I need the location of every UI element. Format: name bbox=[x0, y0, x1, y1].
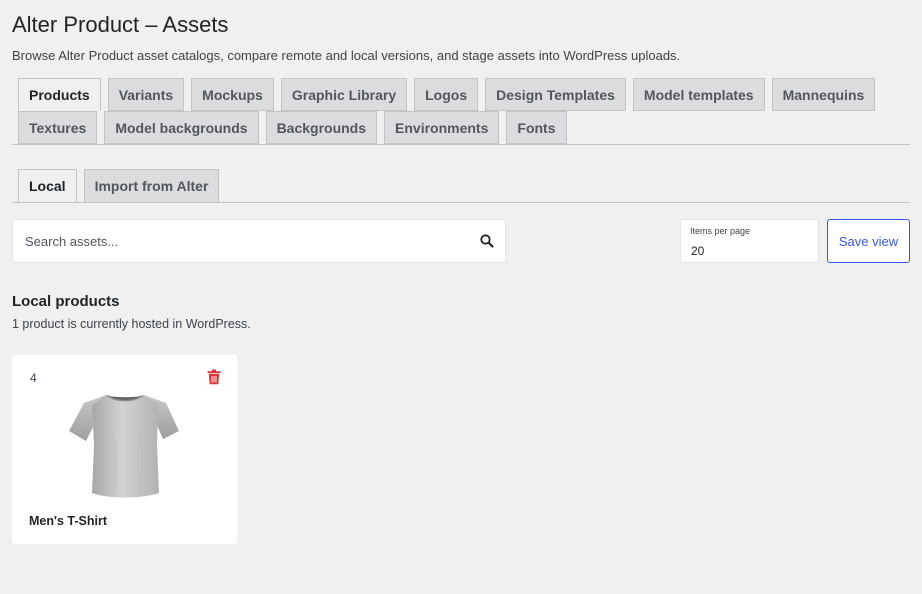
items-per-page-label: Items per page bbox=[690, 226, 751, 236]
asset-type-tabs-row-1: Products Variants Mockups Graphic Librar… bbox=[18, 78, 876, 112]
product-name[interactable]: Men's T-Shirt bbox=[29, 514, 107, 528]
source-subtabs: Local Import from Alter bbox=[18, 169, 220, 203]
page-title: Alter Product – Assets bbox=[12, 12, 229, 37]
section-subtitle: 1 product is currently hosted in WordPre… bbox=[12, 317, 251, 331]
tab-design-templates[interactable]: Design Templates bbox=[485, 78, 626, 111]
subtabs-divider bbox=[12, 202, 910, 203]
tab-model-backgrounds[interactable]: Model backgrounds bbox=[104, 111, 259, 144]
tabs-divider bbox=[12, 144, 910, 145]
tab-environments[interactable]: Environments bbox=[384, 111, 500, 144]
tshirt-image bbox=[69, 395, 179, 498]
search-input[interactable] bbox=[13, 233, 479, 249]
asset-type-tabs-row-2: Textures Model backgrounds Backgrounds E… bbox=[18, 111, 567, 145]
section-title: Local products bbox=[12, 293, 120, 310]
items-per-page-field[interactable]: Items per page 20 bbox=[680, 219, 819, 263]
search-box bbox=[12, 219, 506, 263]
product-card[interactable]: 4 Men's T-Shirt bbox=[12, 355, 237, 544]
tab-logos[interactable]: Logos bbox=[414, 78, 479, 111]
save-view-button[interactable]: Save view bbox=[827, 219, 910, 263]
tab-backgrounds[interactable]: Backgrounds bbox=[265, 111, 378, 144]
page-description: Browse Alter Product asset catalogs, com… bbox=[12, 48, 681, 63]
tab-model-templates[interactable]: Model templates bbox=[632, 78, 765, 111]
tab-variants[interactable]: Variants bbox=[107, 78, 185, 111]
subtab-import-from-alter[interactable]: Import from Alter bbox=[83, 169, 220, 203]
tab-products[interactable]: Products bbox=[18, 78, 101, 111]
product-id: 4 bbox=[30, 371, 37, 385]
search-icon[interactable] bbox=[479, 233, 495, 249]
trash-icon[interactable] bbox=[207, 369, 221, 385]
items-per-page-value[interactable]: 20 bbox=[691, 244, 704, 258]
tab-mannequins[interactable]: Mannequins bbox=[771, 78, 876, 111]
tab-graphic-library[interactable]: Graphic Library bbox=[280, 78, 408, 111]
tab-mockups[interactable]: Mockups bbox=[191, 78, 274, 111]
tab-textures[interactable]: Textures bbox=[18, 111, 98, 144]
subtab-local[interactable]: Local bbox=[18, 169, 77, 203]
tab-fonts[interactable]: Fonts bbox=[506, 111, 567, 144]
